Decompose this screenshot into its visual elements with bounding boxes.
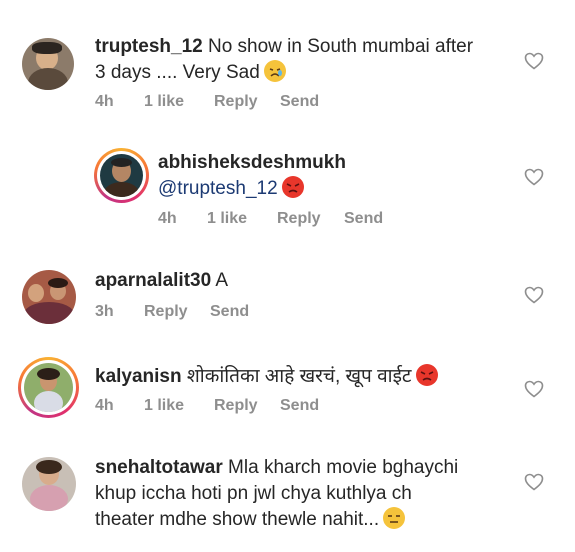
- reply-button[interactable]: Reply: [214, 93, 280, 111]
- avatar: [24, 363, 73, 412]
- reply-button[interactable]: Reply: [277, 210, 344, 228]
- comment-meta: 4h 1 like Reply Send: [158, 210, 383, 228]
- avatar: [100, 154, 143, 197]
- comment-username[interactable]: snehaltotawar: [95, 457, 223, 478]
- avatar-story-ring[interactable]: [18, 357, 79, 418]
- comment-text: snehaltotawar Mla kharch movie bghaychi …: [95, 455, 535, 533]
- comment-meta: 4h 1 like Reply Send: [95, 397, 319, 415]
- comment-text: aparnalalit30 A: [95, 268, 495, 294]
- send-button[interactable]: Send: [280, 93, 319, 111]
- unamused-face-icon: [383, 507, 406, 529]
- like-heart-icon[interactable]: [524, 473, 544, 491]
- comment-username[interactable]: abhisheksdeshmukh: [158, 152, 346, 173]
- crying-face-icon: [263, 60, 286, 82]
- comment-username[interactable]: truptesh_12: [95, 36, 203, 57]
- likes-count[interactable]: 1 like: [207, 210, 277, 228]
- like-heart-icon[interactable]: [524, 380, 544, 398]
- comment-item: snehaltotawar Mla kharch movie bghaychi …: [0, 445, 575, 552]
- comment-item: kalyanisn शोकांतिका आहे खरचं, खूप वाईट 4…: [0, 350, 575, 435]
- comment-time: 3h: [95, 303, 114, 320]
- comment-username[interactable]: kalyanisn: [95, 366, 182, 387]
- comment-body: 3 days .... Very Sad: [95, 62, 260, 83]
- comment-time: 4h: [158, 210, 177, 227]
- comment-text: kalyanisn शोकांतिका आहे खरचं, खूप वाईट: [95, 364, 515, 390]
- comment-item: truptesh_12 No show in South mumbai afte…: [0, 0, 575, 120]
- comment-username[interactable]: aparnalalit30: [95, 270, 211, 291]
- like-heart-icon[interactable]: [524, 168, 544, 186]
- comment-item: aparnalalit30 A 3h Reply Send: [0, 260, 575, 340]
- comment-meta: 4h 1 like Reply Send: [95, 93, 319, 111]
- likes-count[interactable]: 1 like: [144, 397, 214, 415]
- comment-body: A: [215, 270, 229, 291]
- avatar-story-ring[interactable]: [94, 148, 149, 203]
- like-heart-icon[interactable]: [524, 286, 544, 304]
- comment-body: Mla kharch movie bghaychi: [228, 457, 459, 478]
- reply-button[interactable]: Reply: [144, 303, 210, 321]
- reply-button[interactable]: Reply: [214, 397, 280, 415]
- angry-face-icon: [415, 364, 438, 386]
- reply-comment-item: abhisheksdeshmukh @truptesh_12 4h 1 like…: [0, 140, 575, 245]
- angry-face-icon: [281, 176, 304, 198]
- likes-count[interactable]: 1 like: [144, 93, 214, 111]
- comment-body: khup iccha hoti pn jwl chya kuthlya ch: [95, 483, 412, 504]
- comment-meta: 3h Reply Send: [95, 303, 249, 321]
- comment-text: truptesh_12 No show in South mumbai afte…: [95, 34, 515, 86]
- comment-body: No show in South mumbai after: [207, 36, 474, 57]
- comment-body: theater mdhe show thewle nahit...: [95, 509, 380, 530]
- send-button[interactable]: Send: [210, 303, 249, 321]
- avatar[interactable]: [22, 270, 76, 324]
- mention-link[interactable]: @truptesh_12: [158, 178, 278, 199]
- avatar[interactable]: [22, 457, 76, 511]
- comment-time: 4h: [95, 397, 114, 414]
- send-button[interactable]: Send: [280, 397, 319, 415]
- comment-time: 4h: [95, 93, 114, 110]
- send-button[interactable]: Send: [344, 210, 383, 228]
- avatar[interactable]: [22, 38, 74, 90]
- like-heart-icon[interactable]: [524, 52, 544, 70]
- comment-body: शोकांतिका आहे खरचं, खूप वाईट: [186, 366, 412, 387]
- comment-text: abhisheksdeshmukh @truptesh_12: [158, 150, 498, 202]
